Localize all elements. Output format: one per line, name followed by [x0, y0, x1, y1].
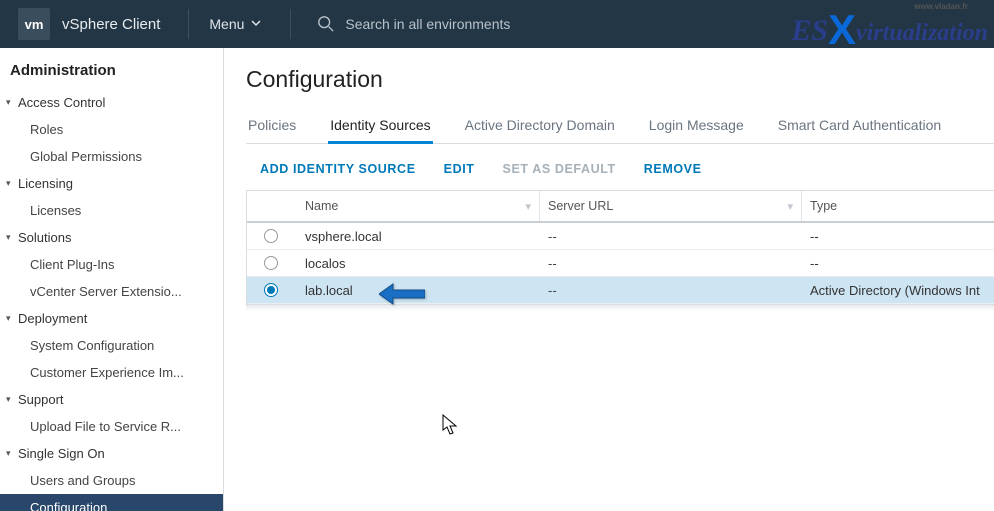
- filter-icon[interactable]: ▾: [787, 200, 793, 213]
- sidebar-item-licenses[interactable]: Licenses: [0, 197, 223, 224]
- sidebar-item-ceip[interactable]: Customer Experience Im...: [0, 359, 223, 386]
- remove-button[interactable]: REMOVE: [644, 162, 702, 176]
- cell-url: --: [540, 229, 802, 244]
- set-default-button: SET AS DEFAULT: [503, 162, 616, 176]
- caret-down-icon: ▾: [6, 232, 18, 243]
- cell-type: --: [802, 229, 994, 244]
- caret-down-icon: ▾: [6, 313, 18, 324]
- table-shadow: [246, 305, 994, 311]
- watermark-es: ES: [791, 14, 828, 47]
- sidebar-group-access-control[interactable]: ▾Access Control: [0, 89, 223, 116]
- search-placeholder: Search in all environments: [345, 16, 510, 32]
- table-row[interactable]: vsphere.local -- --: [247, 223, 994, 250]
- watermark-logo: www.vladan.fr ESXvirtualization: [791, 2, 988, 50]
- page-title: Configuration: [246, 66, 994, 93]
- sidebar-group-deployment[interactable]: ▾Deployment: [0, 305, 223, 332]
- table-row[interactable]: localos -- --: [247, 250, 994, 277]
- client-title: vSphere Client: [62, 16, 160, 33]
- th-name[interactable]: Name ▾: [295, 191, 540, 221]
- th-select: [247, 191, 295, 221]
- identity-sources-table: Name ▾ Server URL ▾ Type vsphere.local -…: [246, 190, 994, 305]
- tab-identity-sources[interactable]: Identity Sources: [328, 111, 432, 143]
- annotation-arrow-icon: [379, 283, 425, 308]
- sidebar-item-global-permissions[interactable]: Global Permissions: [0, 143, 223, 170]
- separator: [188, 9, 189, 39]
- sidebar-group-licensing[interactable]: ▾Licensing: [0, 170, 223, 197]
- sidebar-group-support[interactable]: ▾Support: [0, 386, 223, 413]
- menu-dropdown[interactable]: Menu: [209, 16, 262, 32]
- row-radio[interactable]: [264, 256, 278, 270]
- main-content: Configuration Policies Identity Sources …: [224, 48, 994, 511]
- caret-down-icon: ▾: [6, 97, 18, 108]
- chevron-down-icon: [250, 16, 262, 32]
- table-header: Name ▾ Server URL ▾ Type: [247, 191, 994, 223]
- tab-policies[interactable]: Policies: [246, 111, 298, 143]
- sidebar-item-users-groups[interactable]: Users and Groups: [0, 467, 223, 494]
- sidebar-group-label: Access Control: [18, 95, 105, 110]
- cell-url: --: [540, 256, 802, 271]
- watermark-url: www.vladan.fr: [914, 2, 968, 11]
- cell-name: localos: [295, 256, 540, 271]
- sidebar-root: Administration: [0, 58, 223, 89]
- th-name-label: Name: [305, 199, 338, 213]
- sidebar-item-upload-file[interactable]: Upload File to Service R...: [0, 413, 223, 440]
- th-type-label: Type: [810, 199, 837, 213]
- th-url-label: Server URL: [548, 199, 613, 213]
- watermark-x: X: [828, 6, 856, 54]
- sidebar-group-label: Deployment: [18, 311, 87, 326]
- caret-down-icon: ▾: [6, 178, 18, 189]
- sidebar-group-label: Licensing: [18, 176, 73, 191]
- sidebar-item-client-plugins[interactable]: Client Plug-Ins: [0, 251, 223, 278]
- tab-ad-domain[interactable]: Active Directory Domain: [463, 111, 617, 143]
- row-radio[interactable]: [264, 283, 278, 297]
- th-url[interactable]: Server URL ▾: [540, 191, 802, 221]
- caret-down-icon: ▾: [6, 448, 18, 459]
- action-bar: ADD IDENTITY SOURCE EDIT SET AS DEFAULT …: [246, 144, 994, 190]
- watermark-suffix: virtualization: [856, 20, 988, 46]
- sidebar-item-configuration[interactable]: Configuration: [0, 494, 223, 511]
- tab-login-message[interactable]: Login Message: [647, 111, 746, 143]
- cell-type: --: [802, 256, 994, 271]
- sidebar-group-label: Single Sign On: [18, 446, 105, 461]
- add-identity-source-button[interactable]: ADD IDENTITY SOURCE: [260, 162, 416, 176]
- row-radio[interactable]: [264, 229, 278, 243]
- edit-button[interactable]: EDIT: [444, 162, 475, 176]
- table-row[interactable]: lab.local -- Active Directory (Windows I…: [247, 277, 994, 304]
- th-type[interactable]: Type: [802, 191, 994, 221]
- caret-down-icon: ▾: [6, 394, 18, 405]
- sidebar-group-sso[interactable]: ▾Single Sign On: [0, 440, 223, 467]
- separator: [290, 9, 291, 39]
- sidebar-group-solutions[interactable]: ▾Solutions: [0, 224, 223, 251]
- tab-bar: Policies Identity Sources Active Directo…: [246, 111, 994, 144]
- sidebar-item-vcenter-extensions[interactable]: vCenter Server Extensio...: [0, 278, 223, 305]
- cell-name: lab.local: [295, 283, 540, 298]
- sidebar-item-roles[interactable]: Roles: [0, 116, 223, 143]
- sidebar-group-label: Support: [18, 392, 64, 407]
- cell-url: --: [540, 283, 802, 298]
- search-icon: [317, 15, 335, 33]
- vmware-logo: vm: [18, 8, 50, 40]
- sidebar-item-system-configuration[interactable]: System Configuration: [0, 332, 223, 359]
- cell-type: Active Directory (Windows Int: [802, 283, 994, 298]
- filter-icon[interactable]: ▾: [525, 200, 531, 213]
- menu-label: Menu: [209, 16, 244, 32]
- cell-name: vsphere.local: [295, 229, 540, 244]
- tab-smart-card[interactable]: Smart Card Authentication: [776, 111, 943, 143]
- sidebar: Administration ▾Access Control Roles Glo…: [0, 48, 224, 511]
- sidebar-group-label: Solutions: [18, 230, 71, 245]
